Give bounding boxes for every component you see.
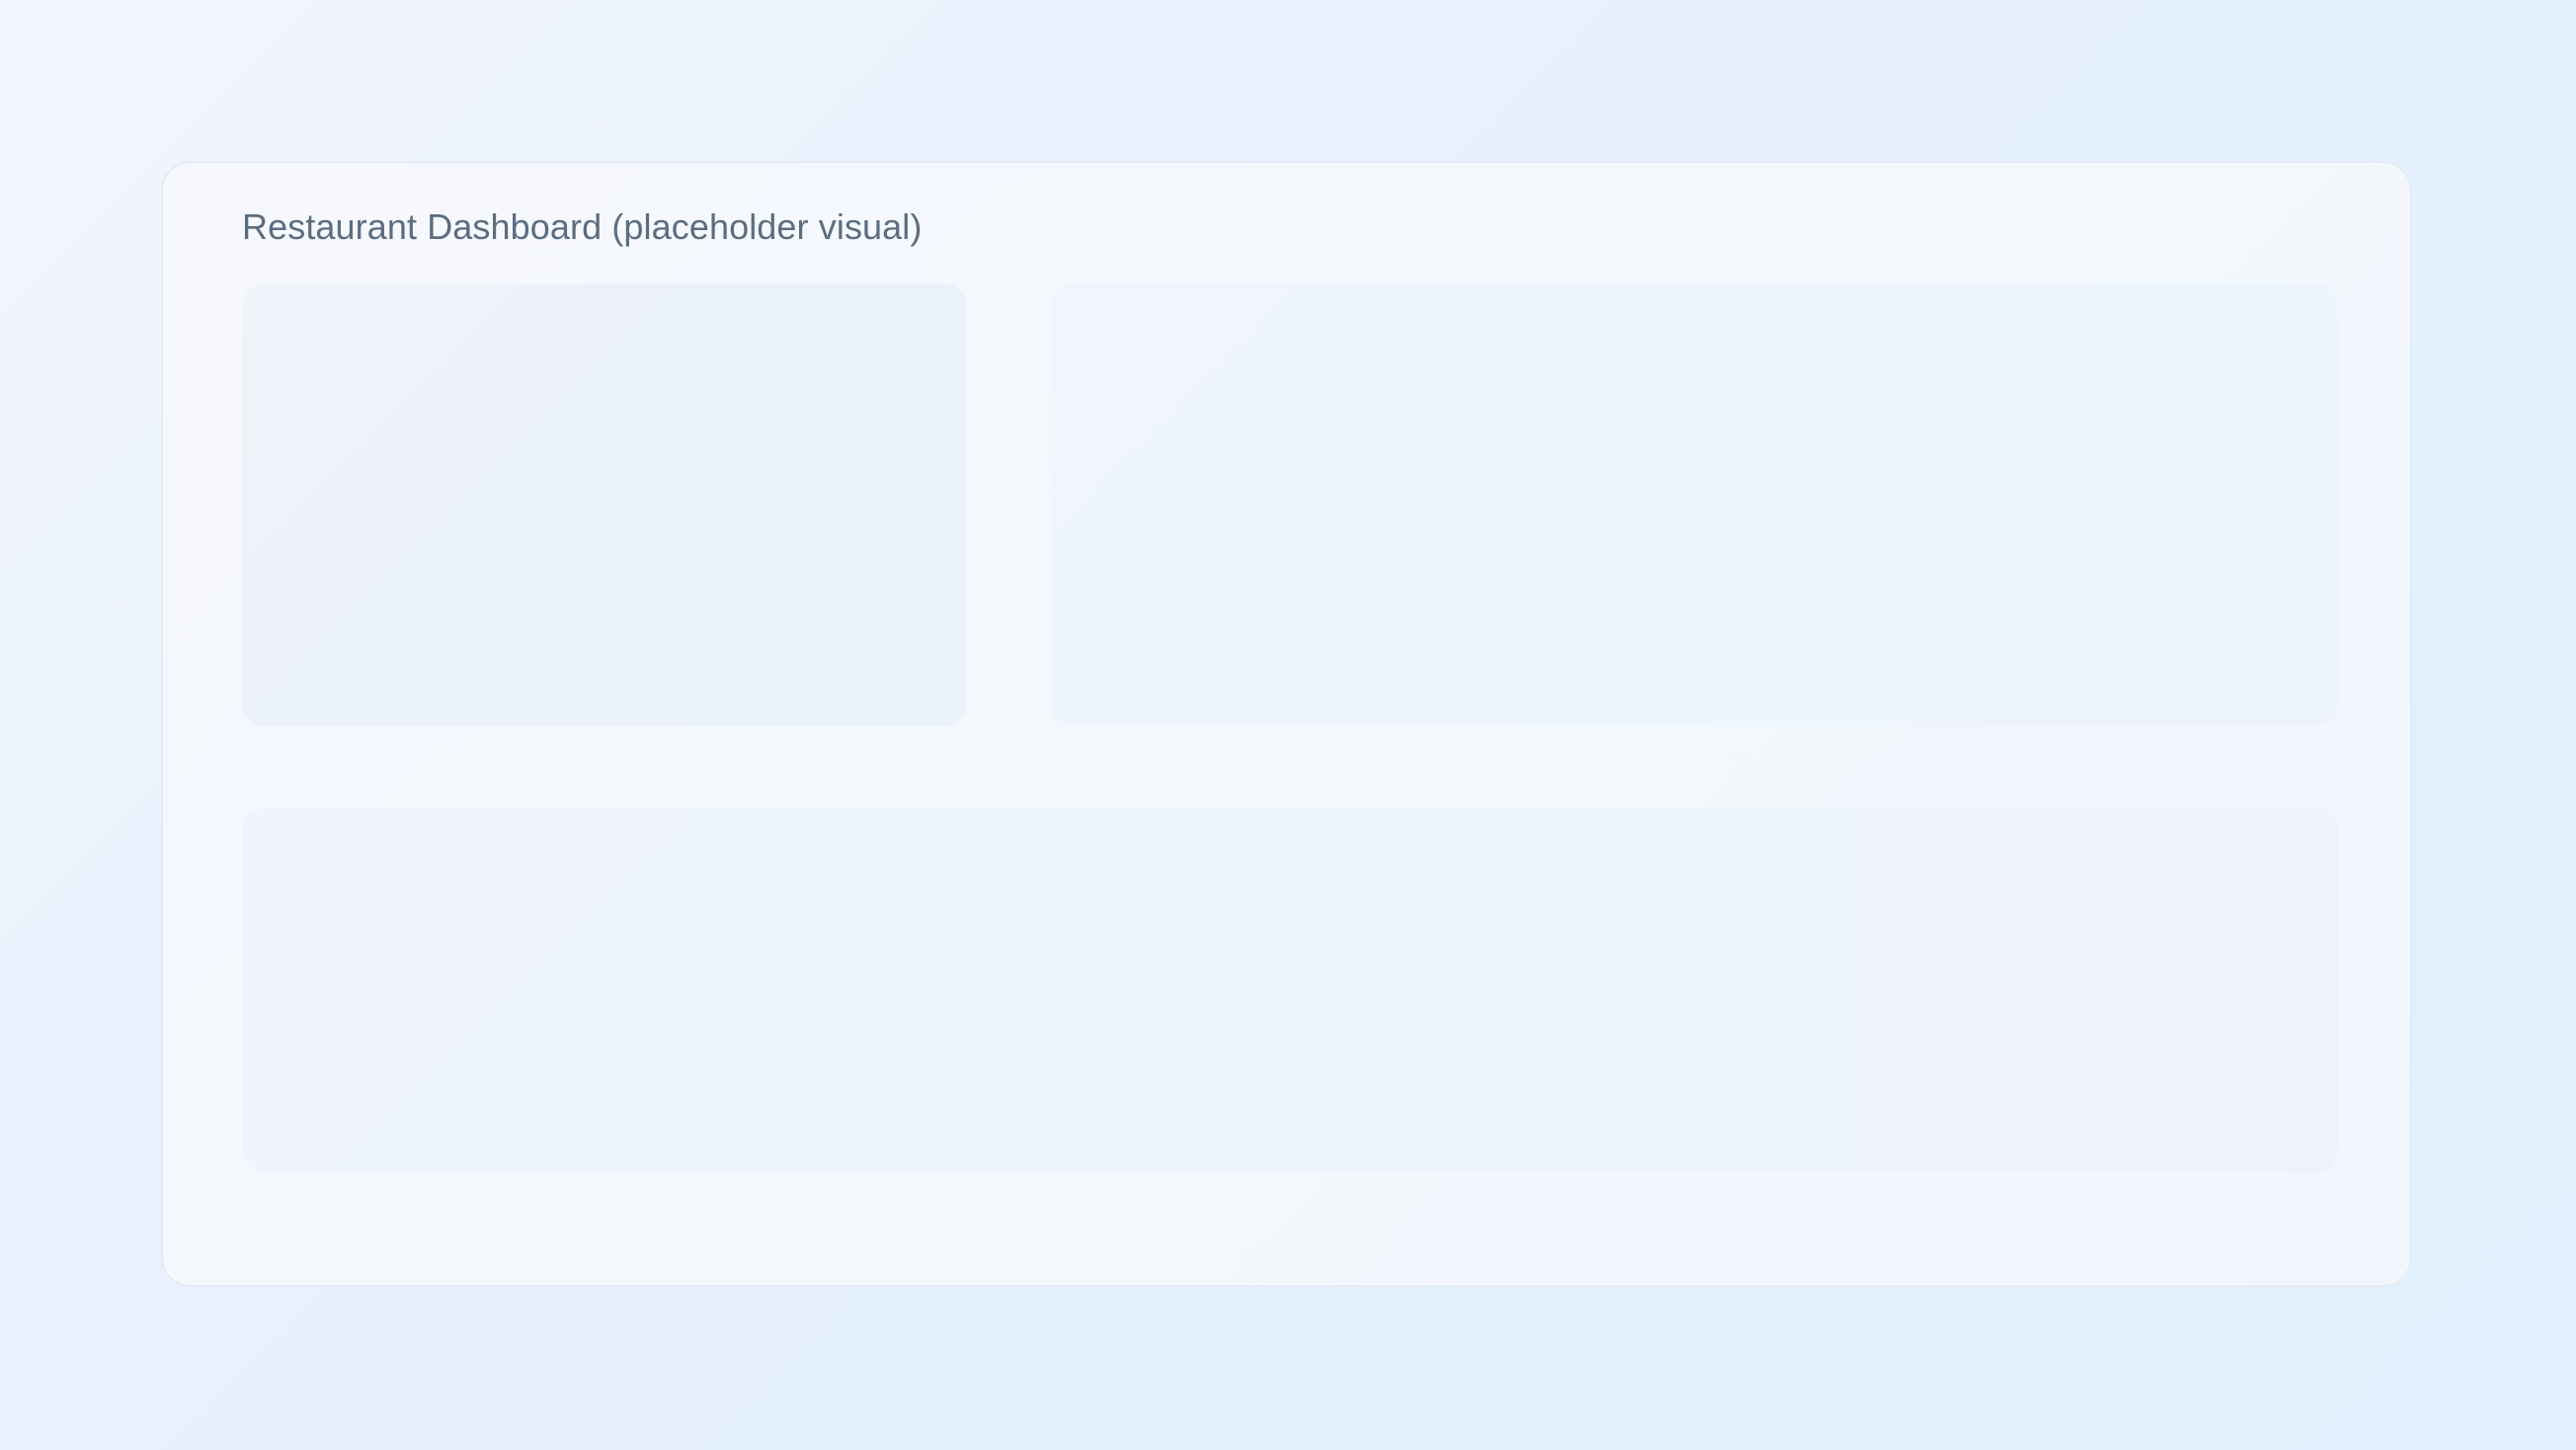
placeholder-panel-left	[242, 283, 967, 726]
placeholder-panel-bottom-side	[1854, 808, 2338, 1171]
placeholder-panel-right	[1050, 283, 2338, 726]
dashboard-card: Restaurant Dashboard (placeholder visual…	[161, 161, 2412, 1287]
placeholder-panel-bottom	[242, 808, 2338, 1171]
page-title: Restaurant Dashboard (placeholder visual…	[242, 206, 923, 247]
